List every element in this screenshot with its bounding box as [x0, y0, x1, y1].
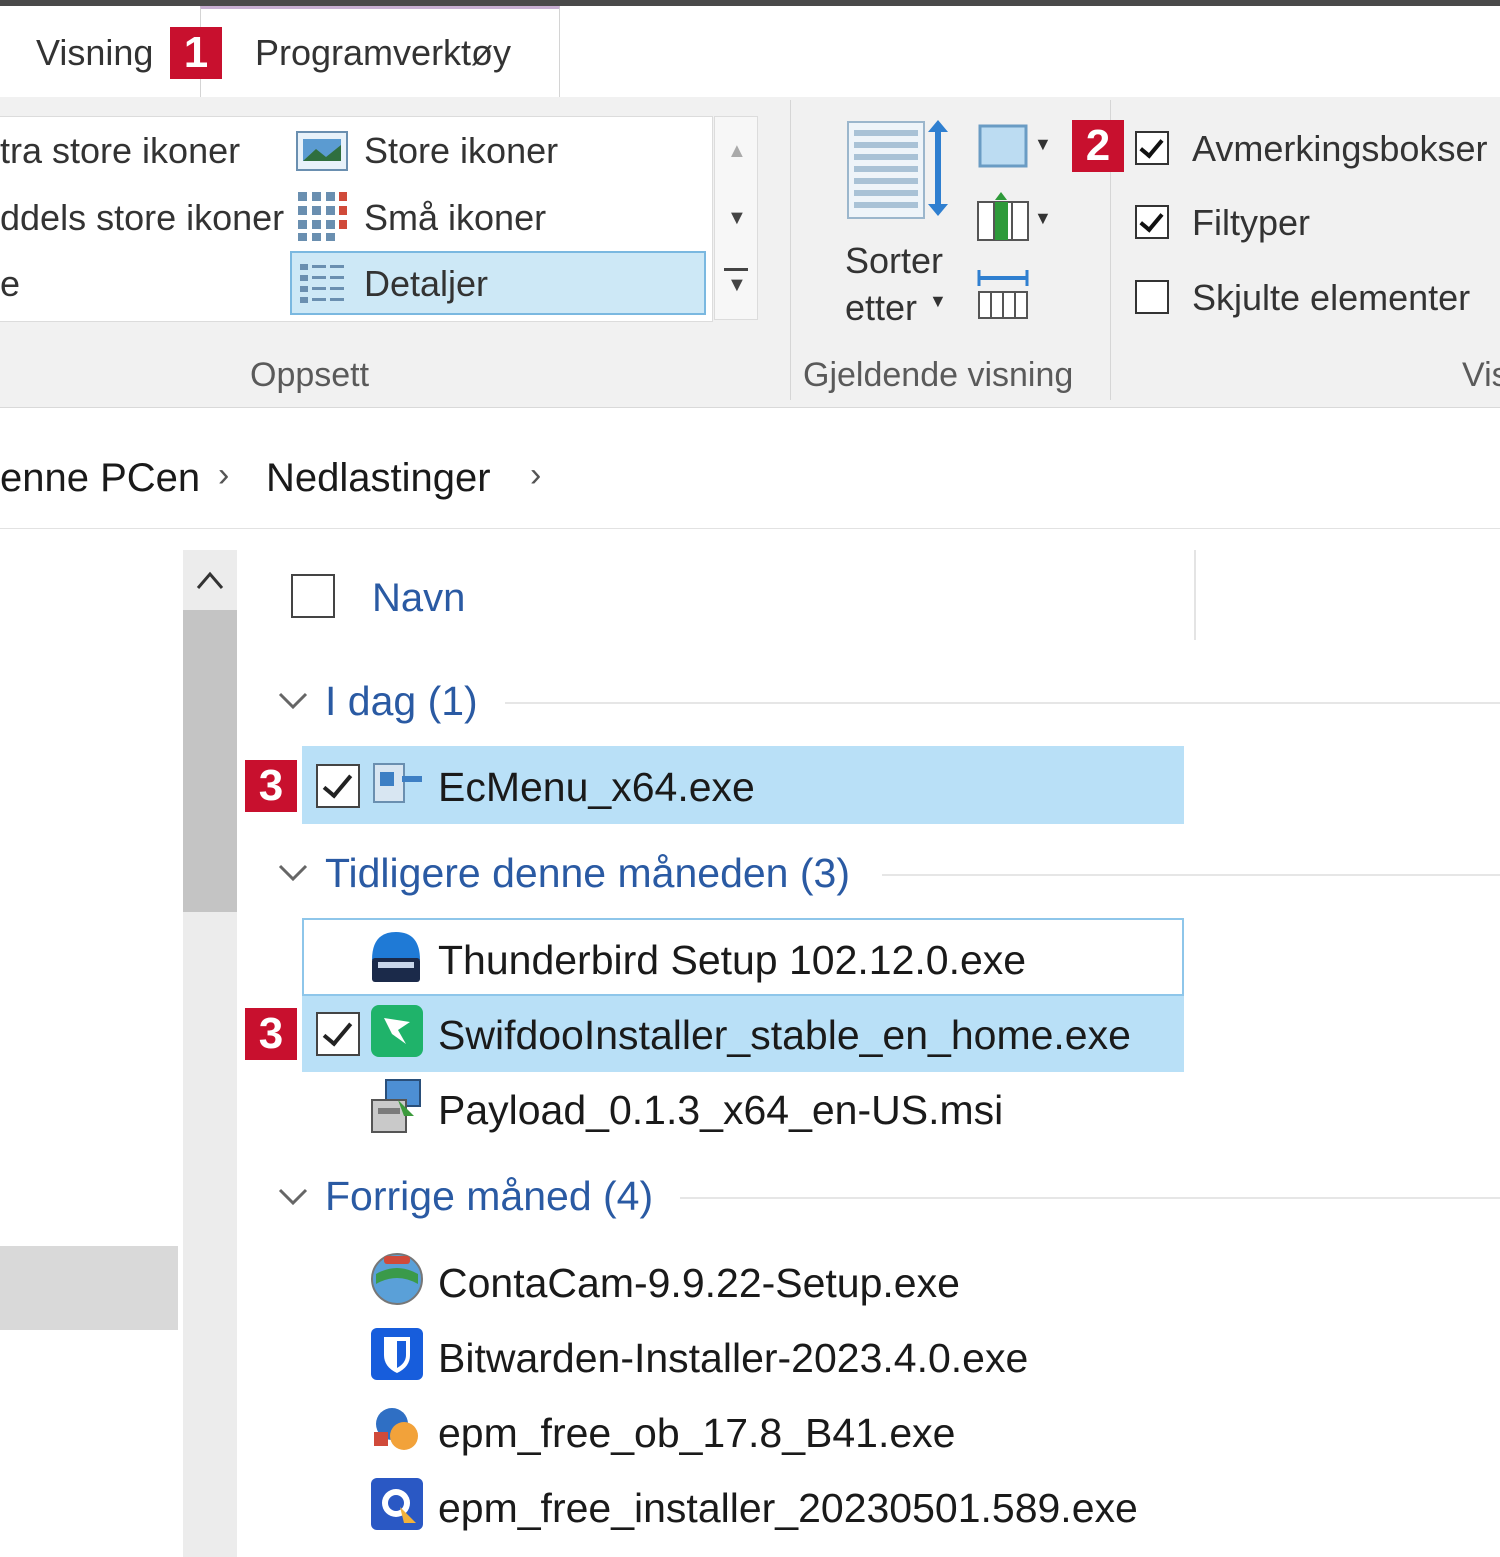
- avmerkingsbokser-label[interactable]: Avmerkingsbokser: [1192, 128, 1487, 170]
- sort-by-icon[interactable]: [846, 118, 956, 222]
- breadcrumb-nedlastinger[interactable]: Nedlastinger: [266, 456, 491, 501]
- swifdoo-icon: [371, 1005, 423, 1057]
- nav-scrollbar-thumb[interactable]: [183, 610, 237, 912]
- marker-2: 2: [1072, 120, 1124, 172]
- file-name[interactable]: epm_free_installer_20230501.589.exe: [438, 1485, 1138, 1532]
- file-name[interactable]: ContaCam-9.9.22-Setup.exe: [438, 1260, 960, 1307]
- marker-3: 3: [245, 760, 297, 812]
- msi-installer-icon: [371, 1079, 421, 1133]
- ribbon-separator: [790, 100, 791, 400]
- file-name[interactable]: SwifdooInstaller_stable_en_home.exe: [438, 1012, 1131, 1059]
- epm-ob-icon: [374, 1408, 418, 1450]
- layout-store-ikoner[interactable]: Store ikoner: [364, 130, 558, 172]
- group-label-vis-container: Vis: [1462, 356, 1500, 395]
- skjulte-elementer-checkbox[interactable]: [1135, 280, 1169, 314]
- breadcrumb-chevron-icon[interactable]: ›: [530, 456, 541, 495]
- collapse-chevron-icon[interactable]: [278, 862, 308, 884]
- small-icons-icon: [298, 192, 347, 241]
- gallery-more-icon[interactable]: [724, 268, 748, 271]
- marker-1: 1: [170, 27, 222, 79]
- group-label-vis: Vis: [1462, 356, 1500, 394]
- group-divider: [882, 874, 1500, 876]
- gallery-down-icon[interactable]: ▼: [727, 207, 747, 230]
- file-checkbox[interactable]: [316, 1012, 360, 1056]
- layout-liste[interactable]: e: [0, 263, 20, 305]
- marker-3: 3: [245, 1008, 297, 1060]
- breadcrumb-this-pc[interactable]: enne PCen: [0, 456, 200, 501]
- layout-ekstra-store-ikoner[interactable]: tra store ikoner: [0, 130, 240, 172]
- avmerkingsbokser-checkbox[interactable]: [1135, 131, 1169, 165]
- file-name[interactable]: epm_free_ob_17.8_B41.exe: [438, 1410, 955, 1457]
- gallery-more-arrow-icon[interactable]: ▼: [727, 274, 747, 297]
- filtyper-label[interactable]: Filtyper: [1192, 202, 1310, 244]
- collapse-chevron-icon[interactable]: [278, 1186, 308, 1208]
- gallery-up-icon[interactable]: ▲: [727, 140, 747, 163]
- group-divider: [505, 702, 1500, 704]
- group-divider: [680, 1197, 1500, 1199]
- ecmenu-exe-icon: [373, 763, 422, 803]
- group-by-dropdown-icon[interactable]: ▼: [1034, 134, 1052, 155]
- file-checkbox[interactable]: [316, 764, 360, 808]
- large-icons-icon: [296, 131, 348, 171]
- file-name[interactable]: Payload_0.1.3_x64_en-US.msi: [438, 1087, 1003, 1134]
- tab-visning[interactable]: Visning: [36, 32, 153, 74]
- sort-by-line2[interactable]: etter: [845, 287, 917, 329]
- file-name[interactable]: Thunderbird Setup 102.12.0.exe: [438, 937, 1026, 984]
- tab-programverktoy[interactable]: Programverktøy: [255, 32, 511, 74]
- breadcrumb-chevron-icon[interactable]: ›: [218, 456, 229, 495]
- skjulte-elementer-label[interactable]: Skjulte elementer: [1192, 277, 1470, 319]
- nav-pane-selected-item[interactable]: [0, 1246, 178, 1330]
- layout-detaljer[interactable]: Detaljer: [364, 263, 488, 305]
- column-header-navn[interactable]: Navn: [372, 576, 465, 621]
- select-all-checkbox[interactable]: [291, 574, 335, 618]
- group-header-tidligere-denne-maneden[interactable]: Tidligere denne måneden (3): [325, 850, 850, 897]
- group-header-i-dag[interactable]: I dag (1): [325, 678, 478, 725]
- filtyper-checkbox[interactable]: [1135, 205, 1169, 239]
- file-name[interactable]: Bitwarden-Installer-2023.4.0.exe: [438, 1335, 1028, 1382]
- layout-middels-store-ikoner[interactable]: ddels store ikoner: [0, 197, 284, 239]
- sort-by-line1[interactable]: Sorter: [845, 240, 943, 282]
- bitwarden-icon: [371, 1328, 423, 1380]
- layout-sma-ikoner[interactable]: Små ikoner: [364, 197, 546, 239]
- file-name[interactable]: EcMenu_x64.exe: [438, 764, 755, 811]
- group-label-gjeldende-visning: Gjeldende visning: [803, 356, 1074, 394]
- sort-by-dropdown-icon[interactable]: ▼: [929, 291, 947, 312]
- column-divider[interactable]: [1194, 550, 1196, 640]
- size-columns-icon[interactable]: [976, 268, 1030, 322]
- contacam-icon: [371, 1253, 423, 1305]
- thunderbird-icon: [372, 932, 420, 982]
- group-label-oppsett: Oppsett: [250, 356, 370, 394]
- add-columns-dropdown-icon[interactable]: ▼: [1034, 208, 1052, 229]
- group-header-forrige-maned[interactable]: Forrige måned (4): [325, 1173, 653, 1220]
- scroll-up-icon[interactable]: [196, 570, 224, 590]
- collapse-chevron-icon[interactable]: [278, 690, 308, 712]
- layout-detaljer-selected[interactable]: [290, 251, 706, 315]
- details-icon: [300, 264, 344, 303]
- add-columns-icon[interactable]: [976, 192, 1030, 244]
- group-by-icon[interactable]: [978, 124, 1028, 168]
- epm-installer-icon: [371, 1478, 423, 1530]
